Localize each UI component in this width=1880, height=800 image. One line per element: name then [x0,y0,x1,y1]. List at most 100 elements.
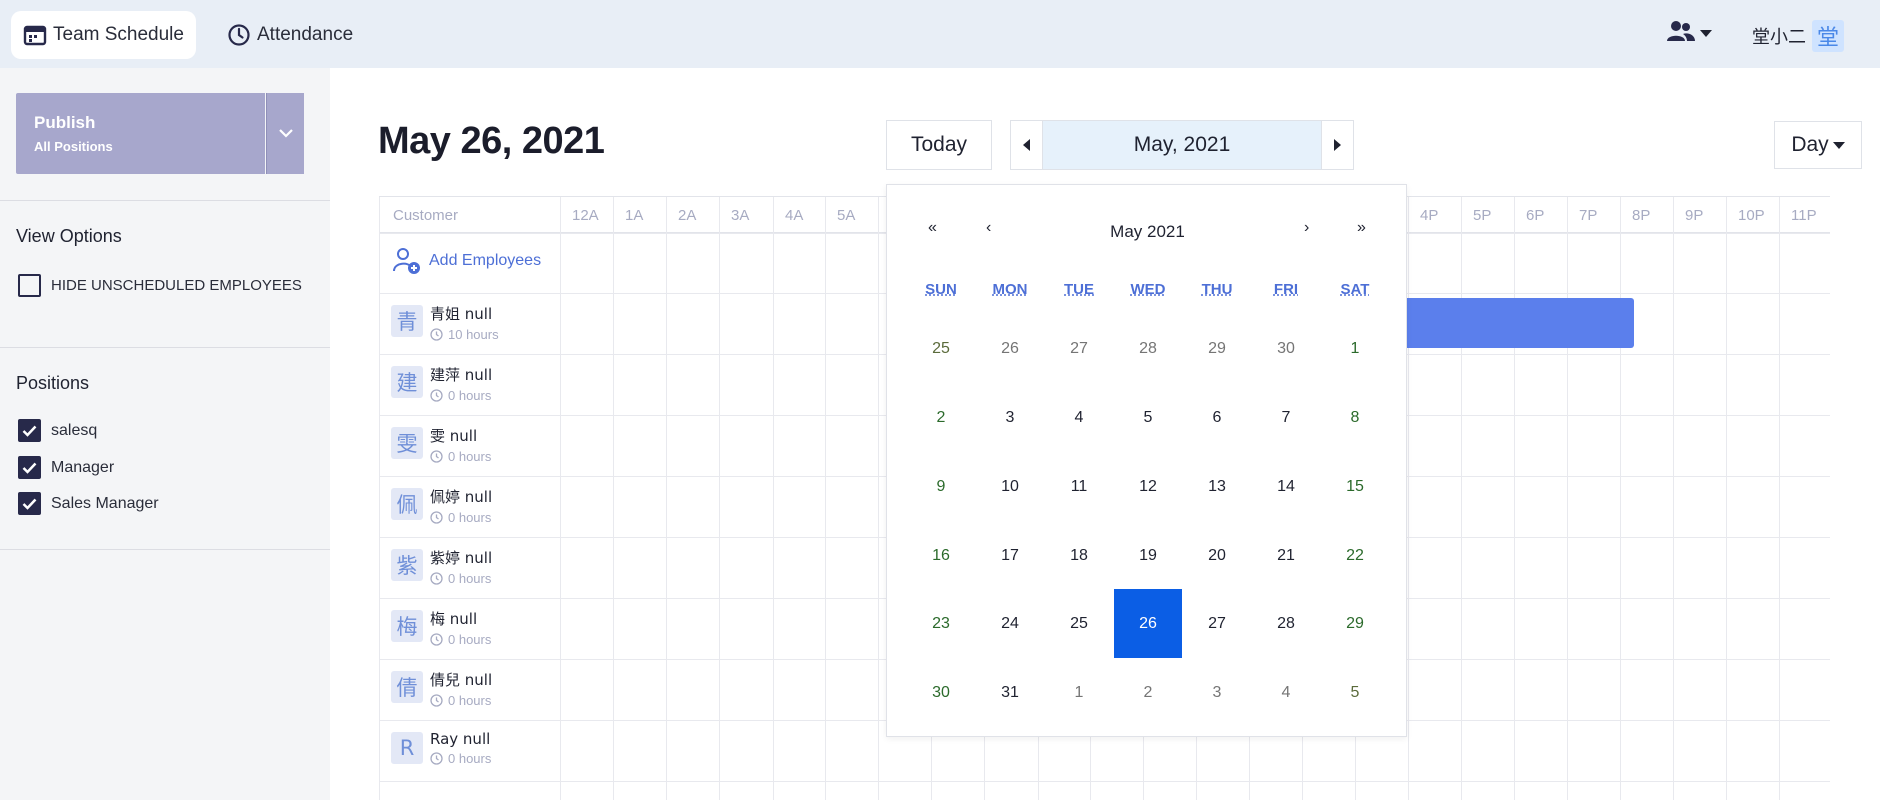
calendar-day[interactable]: 9 [907,452,975,521]
calendar-day[interactable]: 25 [1045,589,1113,658]
next-month-button[interactable]: › [1304,219,1309,237]
calendar-day[interactable]: 8 [1321,383,1389,452]
clock-icon [430,328,443,341]
calendar-day[interactable]: 29 [1183,314,1251,383]
publish-dropdown-toggle[interactable] [266,93,304,174]
calendar-day[interactable]: 28 [1114,314,1182,383]
grid-line [1461,197,1462,800]
calendar-day[interactable]: 30 [907,658,975,727]
checkbox-checked-icon[interactable] [18,492,41,515]
grid-line [878,197,879,800]
position-checkbox-sales-manager[interactable]: Sales Manager [18,492,159,515]
calendar-day[interactable]: 3 [1183,658,1251,727]
employee-info: 青姐 null 10 hours [430,303,499,342]
clock-icon [430,694,443,707]
calendar-day[interactable]: 13 [1183,452,1251,521]
tab-attendance[interactable]: Attendance [215,11,365,59]
user-menu[interactable]: 堂小二 堂 [1752,20,1844,52]
calendar-day[interactable]: 21 [1252,521,1320,590]
add-employees-button[interactable]: Add Employees [393,247,541,275]
calendar-day[interactable]: 5 [1321,658,1389,727]
calendar-day[interactable]: 29 [1321,589,1389,658]
divider [0,549,330,550]
calendar-day[interactable]: 24 [976,589,1044,658]
hour-column-header: 3A [731,207,750,224]
employee-row[interactable]: 紫紫婷 null 0 hours [391,547,492,586]
publish-button[interactable]: Publish All Positions [16,93,265,174]
calendar-day[interactable]: 11 [1045,452,1113,521]
calendar-day[interactable]: 18 [1045,521,1113,590]
employee-hours-value: 0 hours [448,632,492,647]
calendar-day[interactable]: 12 [1114,452,1182,521]
employee-row[interactable]: 雯雯 null 0 hours [391,425,491,464]
prev-button[interactable] [1011,121,1042,169]
view-select-label: Day [1791,133,1829,156]
employee-row[interactable]: 佩佩婷 null 0 hours [391,486,492,525]
calendar-day[interactable]: 4 [1045,383,1113,452]
publish-title: Publish [34,113,96,132]
calendar-day[interactable]: 6 [1183,383,1251,452]
calendar-day[interactable]: 27 [1183,589,1251,658]
calendar-day[interactable]: 28 [1252,589,1320,658]
position-checkbox-salesq[interactable]: salesq [18,419,97,442]
employee-info: 倩兒 null 0 hours [430,669,492,708]
employee-row[interactable]: 青青姐 null 10 hours [391,303,499,342]
employee-hours: 0 hours [430,510,492,525]
calendar-day[interactable]: 2 [1114,658,1182,727]
calendar-day[interactable]: 30 [1252,314,1320,383]
tab-team-schedule[interactable]: Team Schedule [11,11,196,59]
employee-row[interactable]: 倩倩兒 null 0 hours [391,669,492,708]
calendar-day[interactable]: 20 [1183,521,1251,590]
calendar-day[interactable]: 1 [1321,314,1389,383]
team-menu-button[interactable] [1666,20,1712,47]
next-year-button[interactable]: » [1357,219,1366,237]
calendar-day[interactable]: 5 [1114,383,1182,452]
month-picker-toggle[interactable]: May, 2021 [1042,121,1322,169]
hide-unscheduled-checkbox[interactable]: HIDE UNSCHEDULED EMPLOYEES [18,274,302,297]
employee-hours-value: 10 hours [448,327,499,342]
hour-column-header: 9P [1685,207,1704,224]
calendar-day[interactable]: 19 [1114,521,1182,590]
view-select[interactable]: Day [1774,121,1862,169]
employee-row[interactable]: R Ray null 0 hours [391,730,491,766]
employee-info: 紫婷 null 0 hours [430,547,492,586]
employee-name: 紫婷 null [430,549,493,567]
shift-block[interactable] [1402,298,1634,348]
sidebar: Publish All Positions View Options HIDE … [0,68,330,800]
calendar-day[interactable]: 4 [1252,658,1320,727]
employee-hours-value: 0 hours [448,751,492,766]
position-checkbox-manager[interactable]: Manager [18,456,114,479]
calendar-day[interactable]: 7 [1252,383,1320,452]
employee-name: 倩兒 null [430,671,493,689]
calendar-day[interactable]: 15 [1321,452,1389,521]
calendar-day[interactable]: 31 [976,658,1044,727]
calendar-day[interactable]: 26 [976,314,1044,383]
grid-line [1567,197,1568,800]
today-button[interactable]: Today [886,120,992,170]
calendar-day[interactable]: 25 [907,314,975,383]
calendar-day[interactable]: 23 [907,589,975,658]
calendar-day[interactable]: 27 [1045,314,1113,383]
employee-row[interactable]: 梅梅 null 0 hours [391,608,491,647]
calendar-day[interactable]: 22 [1321,521,1389,590]
checkbox-checked-icon[interactable] [18,419,41,442]
calendar-day[interactable]: 10 [976,452,1044,521]
calendar-day[interactable]: 1 [1045,658,1113,727]
hour-column-header: 12A [572,207,599,224]
next-button[interactable] [1322,121,1353,169]
tab-team-schedule-label: Team Schedule [53,24,184,45]
calendar-day[interactable]: 2 [907,383,975,452]
calendar-day[interactable]: 17 [976,521,1044,590]
employee-hours-value: 0 hours [448,571,492,586]
calendar-day-selected[interactable]: 26 [1114,589,1182,658]
calendar-day[interactable]: 14 [1252,452,1320,521]
grid-line [613,197,614,800]
checkbox-checked-icon[interactable] [18,456,41,479]
employee-info: 佩婷 null 0 hours [430,486,492,525]
calendar-day[interactable]: 3 [976,383,1044,452]
calendar-day[interactable]: 16 [907,521,975,590]
employee-row[interactable]: 建建萍 null 0 hours [391,364,492,403]
checkbox-unchecked-icon[interactable] [18,274,41,297]
hour-column-header: 7P [1579,207,1598,224]
employee-name: 雯 null [430,427,478,445]
